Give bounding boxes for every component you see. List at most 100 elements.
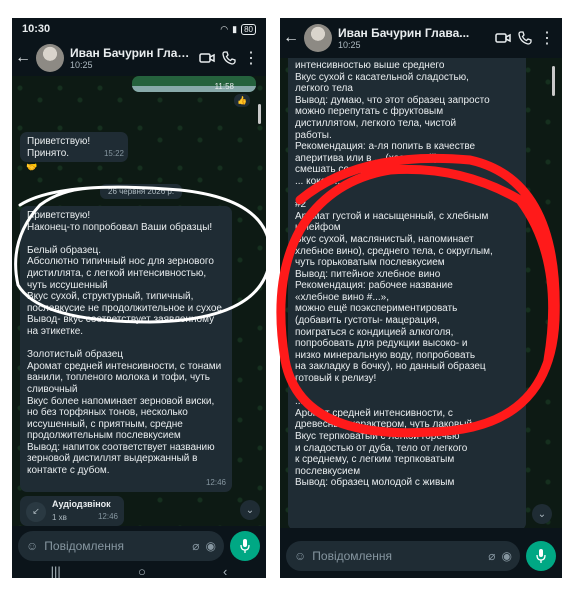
message-line: шлейфом — [295, 222, 341, 234]
message-line: иссушенный, с приятным, средне — [27, 418, 183, 430]
status-time: 10:30 — [22, 23, 51, 35]
message-line: но без торфяных тонов, несколько — [27, 407, 188, 419]
message-line: Золотистый образец — [27, 349, 124, 361]
message-line: контакте с дубом. — [27, 465, 110, 477]
scroll-down-button[interactable]: ⌄ — [532, 504, 552, 524]
message-line: ... кокой ... — [295, 175, 343, 187]
home-icon[interactable]: ○ — [138, 564, 146, 579]
message-line: и сладостью от дуба, тело от легкого — [295, 442, 468, 454]
audio-call-bubble[interactable]: ↙ Аудіодзвінок 1 хв 12:46 — [20, 496, 124, 526]
video-call-icon[interactable] — [196, 47, 218, 69]
avatar[interactable] — [36, 44, 64, 72]
message-line: смешать со ..., тоником и т.д. — [295, 164, 430, 176]
contact-name: Иван Бачурин Глава... — [338, 26, 470, 40]
message-line — [295, 385, 519, 397]
message-line: Вкус терпковатый с легкой горечью — [295, 431, 460, 442]
thumbs-up-reaction[interactable]: 👍 — [234, 94, 250, 107]
recent-apps-icon[interactable]: ||| — [51, 564, 61, 579]
status-bar: 10:30 ◠ ▮ 80 — [12, 18, 266, 40]
chat-area: 11:58 👍 Приветствую! Принято. 15:22 🤝 26… — [12, 76, 266, 526]
message-line — [295, 188, 519, 200]
chat-header: ← Иван Бачурин Глава... 10:25 ⋮ — [12, 40, 266, 76]
nav-back-icon[interactable]: ‹ — [223, 564, 227, 579]
input-placeholder: Повідомлення — [312, 549, 392, 563]
message-line: Аромат средней интенсивности, с — [295, 407, 453, 419]
video-call-icon[interactable] — [492, 27, 514, 49]
call-duration: 1 хв — [52, 513, 67, 522]
emoji-icon[interactable]: ☺ — [294, 549, 306, 563]
message-line: поиграться с кондицией алкоголя, — [295, 326, 454, 338]
message-line: зерновой дистиллят выдержанный в — [27, 453, 198, 465]
message-line: Белый образец. — [27, 244, 102, 256]
back-arrow-icon[interactable]: ← — [12, 49, 34, 67]
message-line: послевкусием — [295, 465, 361, 477]
attach-icon[interactable]: ⌀ — [488, 549, 495, 563]
message-line: чуть иссушенный — [27, 279, 108, 291]
phone-call-icon[interactable] — [514, 27, 536, 49]
call-time: 12:46 — [97, 512, 118, 522]
message-line — [27, 338, 225, 350]
back-arrow-icon[interactable]: ← — [280, 29, 302, 47]
scrollbar[interactable] — [552, 66, 555, 96]
chat-area: интенсивностью выше среднего Вкус сухой с… — [280, 58, 562, 528]
message-line: Вывод: думаю, что этот образец запросто — [295, 94, 490, 106]
message-line: Вывод: напиток соответствует названию — [27, 441, 215, 453]
mic-button[interactable] — [526, 541, 556, 571]
message-line: Рекомендация: а-ля попить в качестве — [295, 141, 476, 153]
battery-icon: 80 — [241, 23, 256, 35]
message-bubble: Приветствую! Наконец-то попробовал Ваши о… — [20, 206, 232, 492]
message-input[interactable]: ☺ Повідомлення ⌀ ◉ — [18, 531, 224, 561]
message-line: продолжительным послевкусием — [27, 430, 181, 442]
message-line: работы. — [295, 129, 332, 141]
message-line: попробовать для редукции высоко- и — [295, 338, 468, 350]
mic-icon — [536, 549, 546, 563]
camera-icon[interactable]: ◉ — [206, 539, 216, 553]
message-line: готовый к релизу! — [295, 373, 377, 385]
scroll-down-button[interactable]: ⌄ — [240, 500, 260, 520]
message-line: Вывод: образец молодой с живым — [295, 477, 455, 489]
contact-info[interactable]: Иван Бачурин Глава... 10:25 — [338, 26, 492, 50]
mic-button[interactable] — [230, 531, 260, 561]
emoji-icon[interactable]: ☺ — [26, 539, 38, 553]
left-phone-screen: 10:30 ◠ ▮ 80 ← Иван Бачурин Глава... 10:… — [12, 18, 266, 578]
message-line: можно ещё поэкспериментировать — [295, 303, 458, 315]
message-line: Рекомендация: рабочее название — [295, 280, 453, 292]
message-line: Вкус сухой с касательной сладостью, — [295, 71, 469, 83]
more-options-icon[interactable]: ⋮ — [536, 27, 558, 49]
message-bubble: интенсивностью выше среднего Вкус сухой с… — [288, 58, 526, 528]
message-line: чуть горьковатым послевкусием — [295, 257, 445, 269]
greeting-line: Приветствую! — [27, 136, 91, 147]
reaction-icon: 🤝 — [26, 162, 38, 172]
message-line: ... — [295, 396, 304, 408]
message-line: на закладку в бочку), но данный образец — [295, 361, 486, 373]
previous-image-message[interactable]: 11:58 — [132, 76, 256, 92]
input-bar: ☺ Повідомлення ⌀ ◉ — [280, 538, 562, 574]
contact-name: Иван Бачурин Глава... — [70, 46, 196, 60]
message-line: ванили, топленого молока и тофи, чуть — [27, 372, 210, 384]
message-line: легкого тела — [295, 83, 353, 95]
wifi-icon: ◠ — [220, 23, 229, 34]
message-input[interactable]: ☺ Повідомлення ⌀ ◉ — [286, 541, 520, 571]
message-line: дистиллята, с легкой интенсивностью, — [27, 267, 207, 279]
right-phone-screen: ← Иван Бачурин Глава... 10:25 ⋮ интенсив… — [280, 18, 562, 578]
input-bar: ☺ Повідомлення ⌀ ◉ — [12, 528, 266, 564]
message-line — [27, 233, 225, 245]
phone-call-icon[interactable] — [218, 47, 240, 69]
message-line: Вкус сухой, структурный, типичный, — [27, 291, 194, 303]
message-text: Приветствую! Наконец-то попробовал Ваши о… — [27, 210, 225, 477]
camera-icon[interactable]: ◉ — [502, 549, 512, 563]
greeting-bubble: Приветствую! Принято. 15:22 — [20, 132, 128, 162]
last-seen: 10:25 — [70, 60, 93, 70]
message-line: на этикетке. — [27, 325, 84, 337]
more-options-icon[interactable]: ⋮ — [240, 47, 262, 69]
date-chip: 26 червня 2026 р. — [100, 184, 183, 199]
scrollbar[interactable] — [258, 104, 261, 124]
message-line: дистиллятом, легкого тела, чистой — [295, 117, 457, 129]
avatar[interactable] — [304, 24, 332, 52]
attach-icon[interactable]: ⌀ — [192, 539, 199, 553]
message-line: можно перепутать с фруктовым — [295, 106, 444, 118]
missed-call-icon: ↙ — [26, 502, 46, 522]
prev-time: 11:58 — [214, 82, 234, 92]
contact-info[interactable]: Иван Бачурин Глава... 10:25 — [70, 46, 196, 70]
system-nav-bar: ||| ○ ‹ — [12, 564, 266, 578]
